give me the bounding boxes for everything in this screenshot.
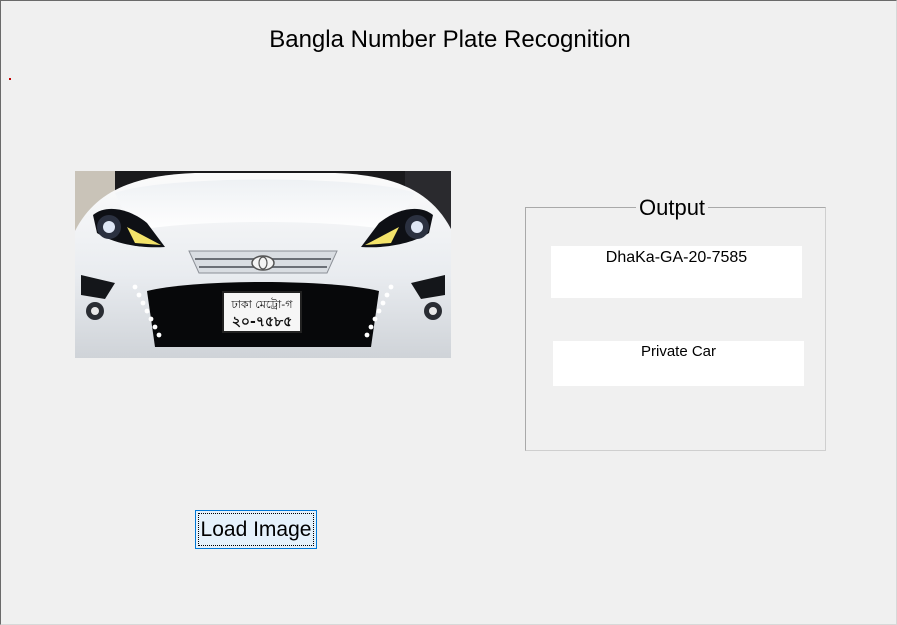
stray-marker-dot (9, 78, 11, 80)
plate-number-text: DhaKa-GA-20-7585 (551, 246, 802, 298)
output-panel: Output DhaKa-GA-20-7585 Private Car (525, 195, 826, 451)
load-image-label: Load Image (200, 518, 312, 541)
car-photo-icon: ঢাকা মেট্রো-গ ২০-৭৫৮৫ (75, 171, 451, 358)
vehicle-type-text: Private Car (553, 341, 804, 386)
load-image-button[interactable]: Load Image (195, 510, 317, 549)
output-legend: Output (636, 195, 709, 221)
app-title: Bangla Number Plate Recognition (269, 26, 631, 53)
car-image-axes: ঢাকা মেট্রো-গ ২০-৭৫৮৫ (75, 171, 451, 358)
plate-line-1: ঢাকা মেট্রো-গ (231, 298, 294, 311)
plate-line-2: ২০-৭৫৮৫ (232, 314, 292, 330)
